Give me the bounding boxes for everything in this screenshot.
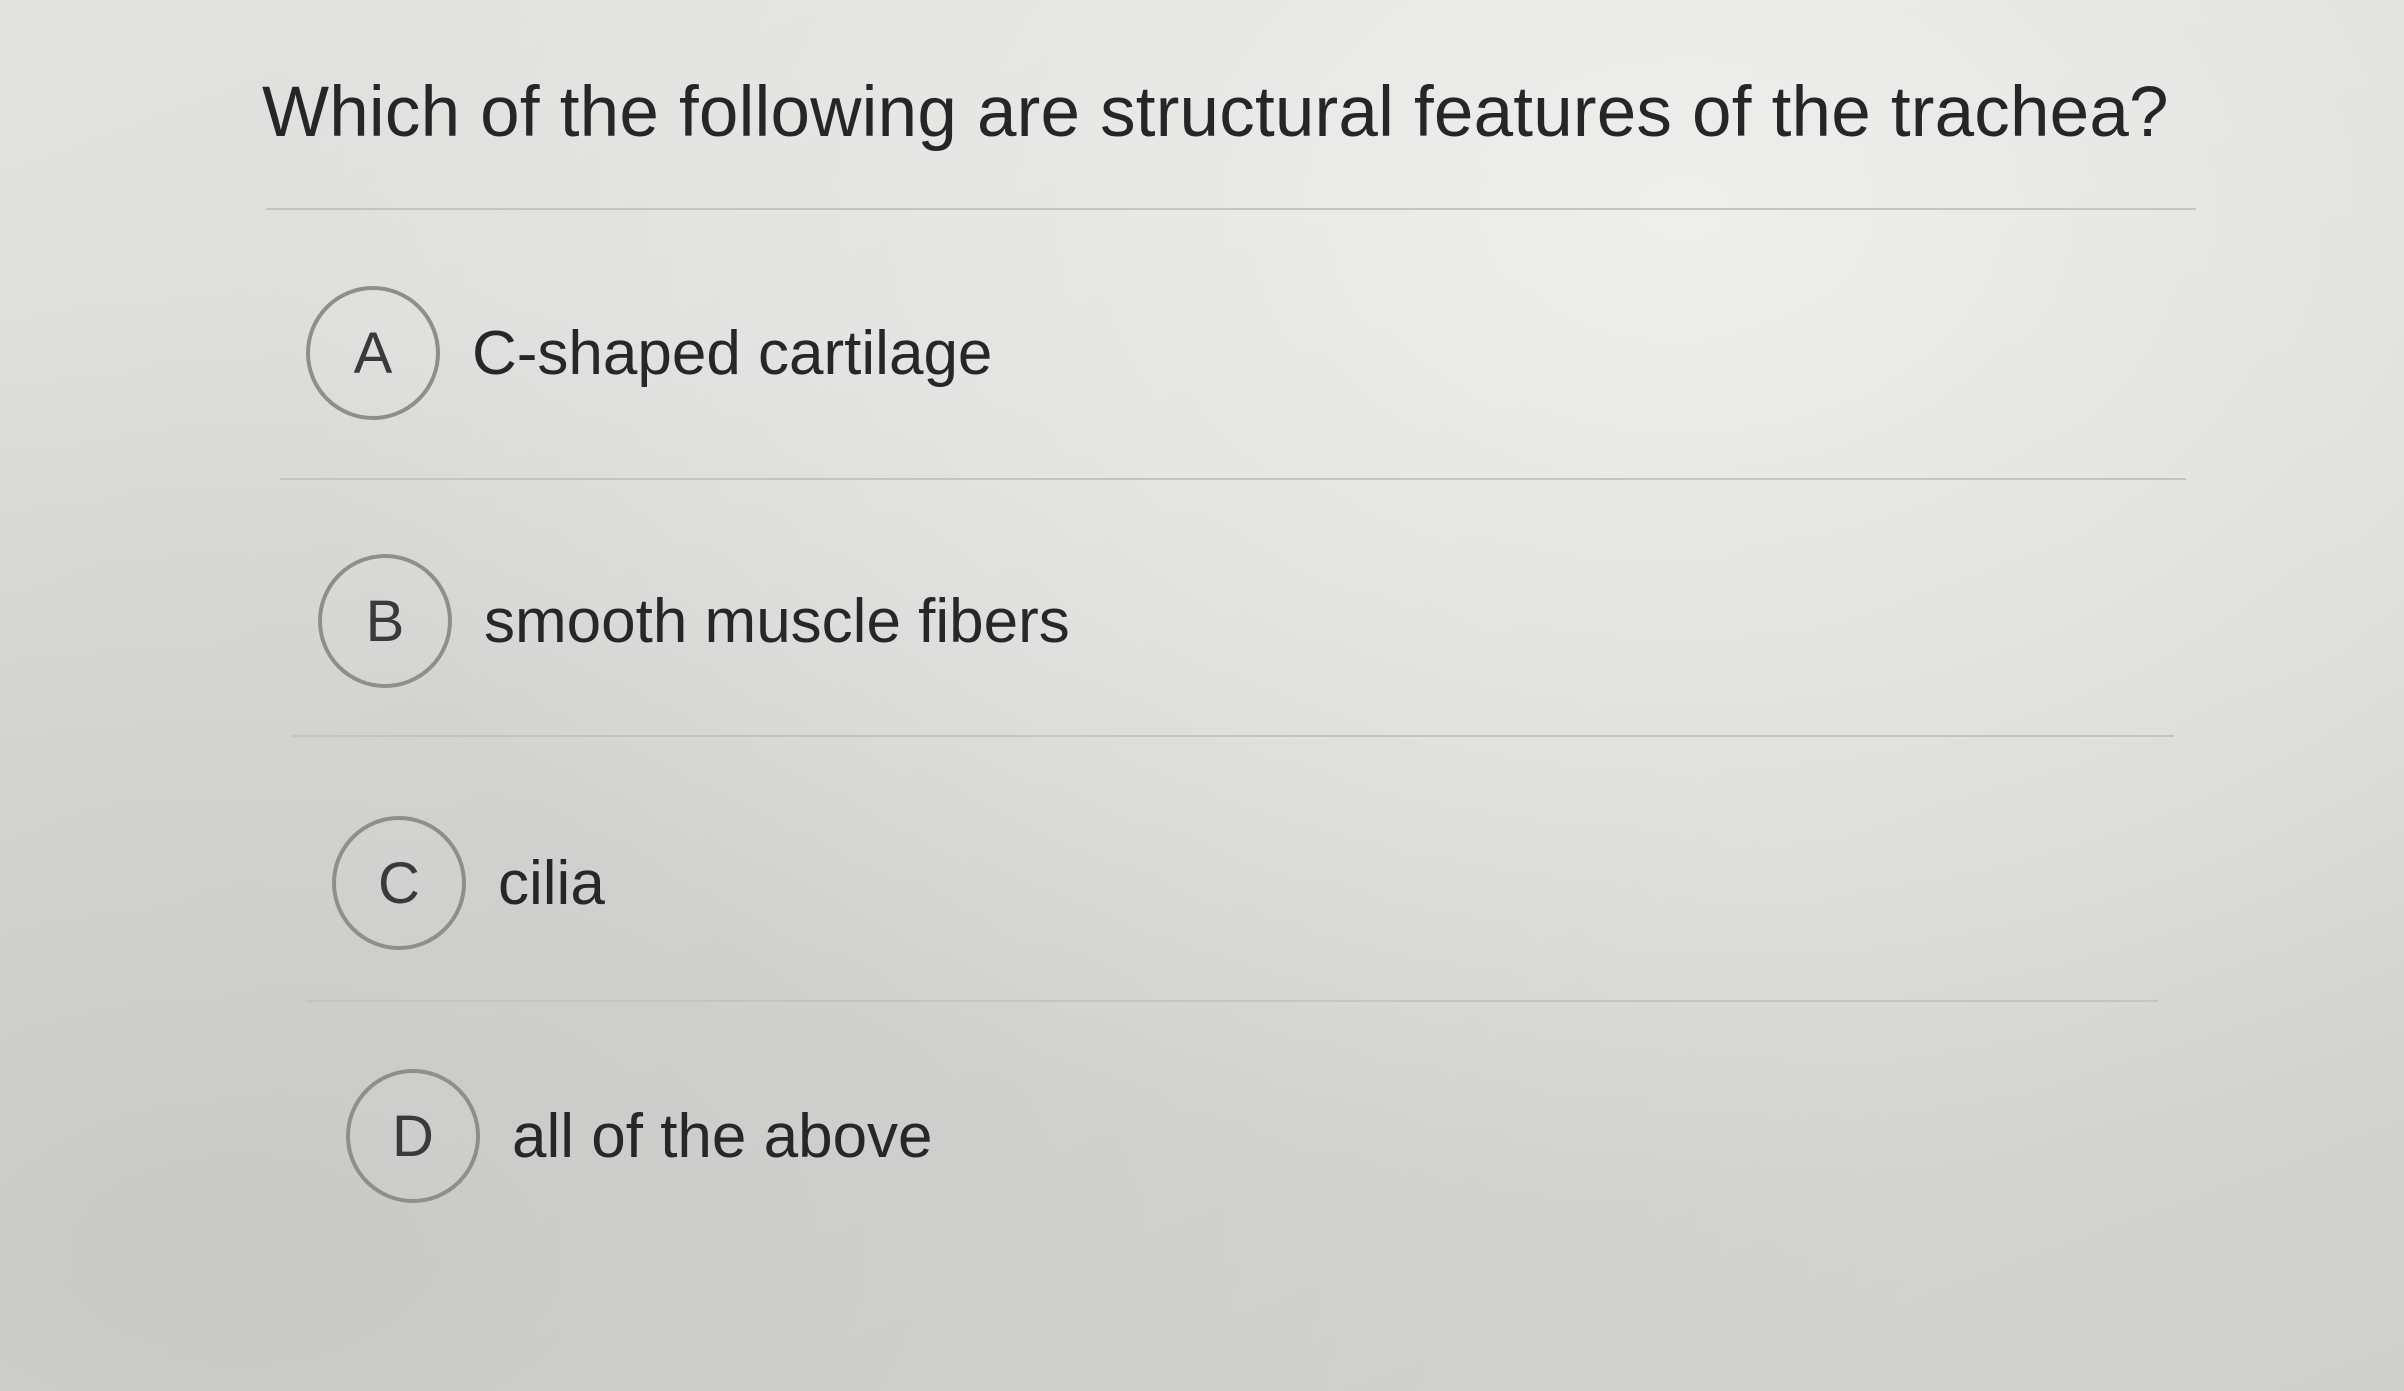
divider [306,1000,2158,1002]
question-text: Which of the following are structural fe… [262,73,2169,152]
option-letter-badge: B [318,554,452,688]
answer-option-b[interactable]: B smooth muscle fibers [318,551,2118,691]
answer-option-a[interactable]: A C-shaped cartilage [306,283,2106,423]
answer-option-c[interactable]: C cilia [332,813,2132,953]
option-letter-badge: C [332,816,466,950]
divider [280,478,2186,480]
option-letter-badge: A [306,286,440,420]
divider [266,208,2196,210]
answer-option-d[interactable]: D all of the above [346,1066,2146,1206]
option-label: cilia [498,848,605,918]
quiz-screen: Which of the following are structural fe… [0,0,2404,1391]
option-label: C-shaped cartilage [472,318,993,388]
option-label: smooth muscle fibers [484,586,1070,656]
option-letter-badge: D [346,1069,480,1203]
divider [292,735,2174,737]
option-label: all of the above [512,1101,933,1171]
